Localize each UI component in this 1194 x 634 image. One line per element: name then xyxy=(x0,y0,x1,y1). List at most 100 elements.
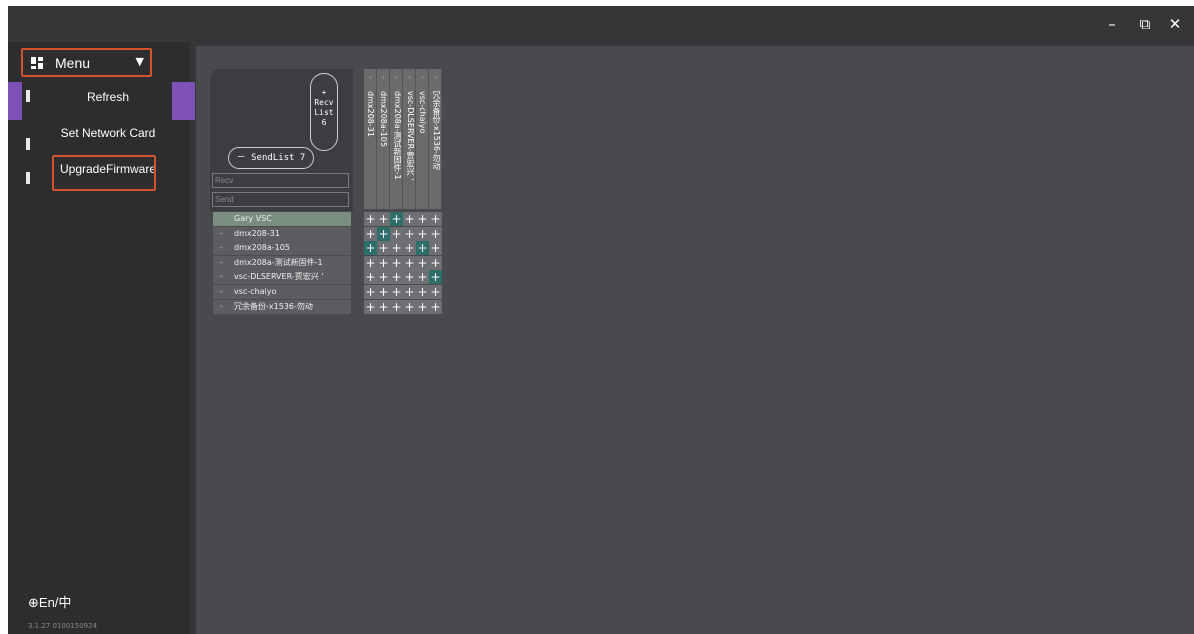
matrix-cell[interactable]: + xyxy=(377,270,390,285)
close-icon[interactable]: ✕ xyxy=(1165,14,1185,34)
matrix-cell[interactable]: + xyxy=(403,255,416,270)
matrix-cell[interactable]: + xyxy=(364,226,377,241)
plus-icon[interactable]: + xyxy=(219,227,224,241)
column-header-label: dmx208a-测试新固件-1 xyxy=(393,91,402,180)
matrix-cell[interactable]: + xyxy=(416,212,429,226)
matrix-cell[interactable]: + xyxy=(364,299,377,314)
matrix-cell[interactable]: + xyxy=(429,212,442,226)
plus-icon[interactable]: + xyxy=(416,73,429,82)
sidebar-active-indicator xyxy=(8,82,22,120)
language-label: En/中 xyxy=(38,595,72,610)
globe-icon: ⊕ xyxy=(28,596,39,611)
plus-icon[interactable]: + xyxy=(219,270,224,284)
recv-list-toggle[interactable]: + Recv List 6 xyxy=(310,73,338,151)
matrix-cell[interactable]: + xyxy=(390,255,403,270)
matrix-cell[interactable]: + xyxy=(390,270,403,285)
matrix-cell[interactable]: + xyxy=(377,241,390,256)
matrix-cell[interactable]: + xyxy=(403,226,416,241)
column-header[interactable]: + vsc-chaiyo xyxy=(416,69,429,209)
upgrade-firmware-highlight xyxy=(52,155,156,191)
matrix-cell[interactable]: + xyxy=(429,255,442,270)
column-header[interactable]: + dmx208a-测试新固件-1 xyxy=(390,69,403,209)
matrix-cell[interactable]: + xyxy=(429,285,442,299)
matrix-cell[interactable]: + xyxy=(403,241,416,256)
matrix-cell[interactable]: + xyxy=(416,285,429,299)
sidebar-item-icon[interactable] xyxy=(26,172,30,184)
matrix-cell[interactable]: + xyxy=(377,299,390,314)
matrix-cell[interactable]: + xyxy=(429,270,442,285)
version-label: 3.1.27 0100150924 xyxy=(28,622,98,630)
plus-icon[interactable]: + xyxy=(364,73,377,82)
menu-item-refresh[interactable]: Refresh xyxy=(44,90,172,104)
table-row[interactable]: + dmx208a-测试新固件-1 xyxy=(213,255,351,271)
matrix-cell[interactable]: + xyxy=(364,241,377,256)
table-row[interactable]: + dmx208-31 xyxy=(213,226,351,242)
matrix-cell[interactable]: + xyxy=(416,241,429,256)
dashboard-icon xyxy=(31,57,43,69)
sidebar-active-highlight xyxy=(171,82,195,120)
column-header[interactable]: + vsc-DLSERVER-贾宏兴 ' xyxy=(403,69,416,209)
matrix-cell[interactable]: + xyxy=(364,285,377,299)
row-label: Gary VSC xyxy=(234,214,272,223)
sidebar-item-icon[interactable] xyxy=(26,138,30,150)
column-header[interactable]: + dmx208-31 xyxy=(364,69,377,209)
menu-item-set-network-card[interactable]: Set Network Card xyxy=(44,126,172,140)
matrix-cell[interactable]: + xyxy=(364,212,377,226)
plus-icon[interactable]: + xyxy=(219,212,224,226)
matrix-cell[interactable]: + xyxy=(390,226,403,241)
plus-icon[interactable]: + xyxy=(429,73,442,82)
row-label: dmx208-31 xyxy=(234,228,280,238)
recv-filter-input[interactable]: Recv xyxy=(212,173,349,188)
matrix-cell[interactable]: + xyxy=(403,285,416,299)
matrix-cell[interactable]: + xyxy=(416,255,429,270)
matrix-cell[interactable]: + xyxy=(390,285,403,299)
matrix-cell[interactable]: + xyxy=(403,212,416,226)
matrix-cell[interactable]: + xyxy=(429,299,442,314)
plus-icon[interactable]: + xyxy=(219,285,224,299)
matrix-cell[interactable]: + xyxy=(390,212,403,226)
menu-button[interactable]: Menu ▼ xyxy=(21,48,152,77)
matrix-cell[interactable]: + xyxy=(390,241,403,256)
column-header-label: dmx208a-105 xyxy=(379,91,388,147)
table-row[interactable]: + vsc-DLSERVER-贾宏兴 ' xyxy=(213,270,351,286)
restore-icon[interactable]: ⧉ xyxy=(1135,14,1155,34)
send-filter-input[interactable]: Send xyxy=(212,192,349,207)
chevron-down-icon: ▼ xyxy=(135,55,144,68)
matrix-cell[interactable]: + xyxy=(377,255,390,270)
plus-icon[interactable]: + xyxy=(377,73,390,82)
send-list-toggle[interactable]: － SendList 7 xyxy=(228,147,314,169)
plus-icon[interactable]: + xyxy=(219,300,224,314)
matrix-cell[interactable]: + xyxy=(416,226,429,241)
plus-icon[interactable]: + xyxy=(219,256,224,270)
matrix-cell[interactable]: + xyxy=(403,299,416,314)
plus-icon[interactable]: + xyxy=(403,73,416,82)
column-header-label: dmx208-31 xyxy=(366,91,375,137)
minimize-icon[interactable]: – xyxy=(1102,14,1122,34)
row-label: dmx208a-105 xyxy=(234,243,290,253)
row-label: dmx208a-测试新固件-1 xyxy=(234,257,323,267)
column-header-label: 冗余备份-x1536-勿动 xyxy=(432,91,441,170)
matrix-cell[interactable]: + xyxy=(364,270,377,285)
matrix-cell[interactable]: + xyxy=(390,299,403,314)
matrix-cell[interactable]: + xyxy=(416,299,429,314)
sidebar: Menu ▼ Refresh Set Network Card UpgradeF… xyxy=(8,42,195,634)
column-header[interactable]: + 冗余备份-x1536-勿动 xyxy=(429,69,442,209)
column-header[interactable]: + dmx208a-105 xyxy=(377,69,390,209)
plus-icon[interactable]: + xyxy=(219,241,224,255)
matrix-cell[interactable]: + xyxy=(364,255,377,270)
matrix-cell[interactable]: + xyxy=(429,226,442,241)
table-row[interactable]: + 冗余备份-x1536-勿动 xyxy=(213,299,351,315)
table-row[interactable]: + vsc-chaiyo xyxy=(213,285,351,300)
sidebar-item-icon[interactable] xyxy=(26,90,30,102)
matrix-cell[interactable]: + xyxy=(377,226,390,241)
matrix-cell[interactable]: + xyxy=(403,270,416,285)
matrix-cell[interactable]: + xyxy=(429,241,442,256)
table-row[interactable]: + Gary VSC xyxy=(213,212,351,227)
plus-icon[interactable]: + xyxy=(390,73,403,82)
matrix-cell[interactable]: + xyxy=(377,212,390,226)
table-row[interactable]: + dmx208a-105 xyxy=(213,241,351,257)
recv-list-count: 6 xyxy=(321,118,327,127)
language-toggle[interactable]: ⊕En/中 xyxy=(28,592,71,611)
matrix-cell[interactable]: + xyxy=(377,285,390,299)
matrix-cell[interactable]: + xyxy=(416,270,429,285)
